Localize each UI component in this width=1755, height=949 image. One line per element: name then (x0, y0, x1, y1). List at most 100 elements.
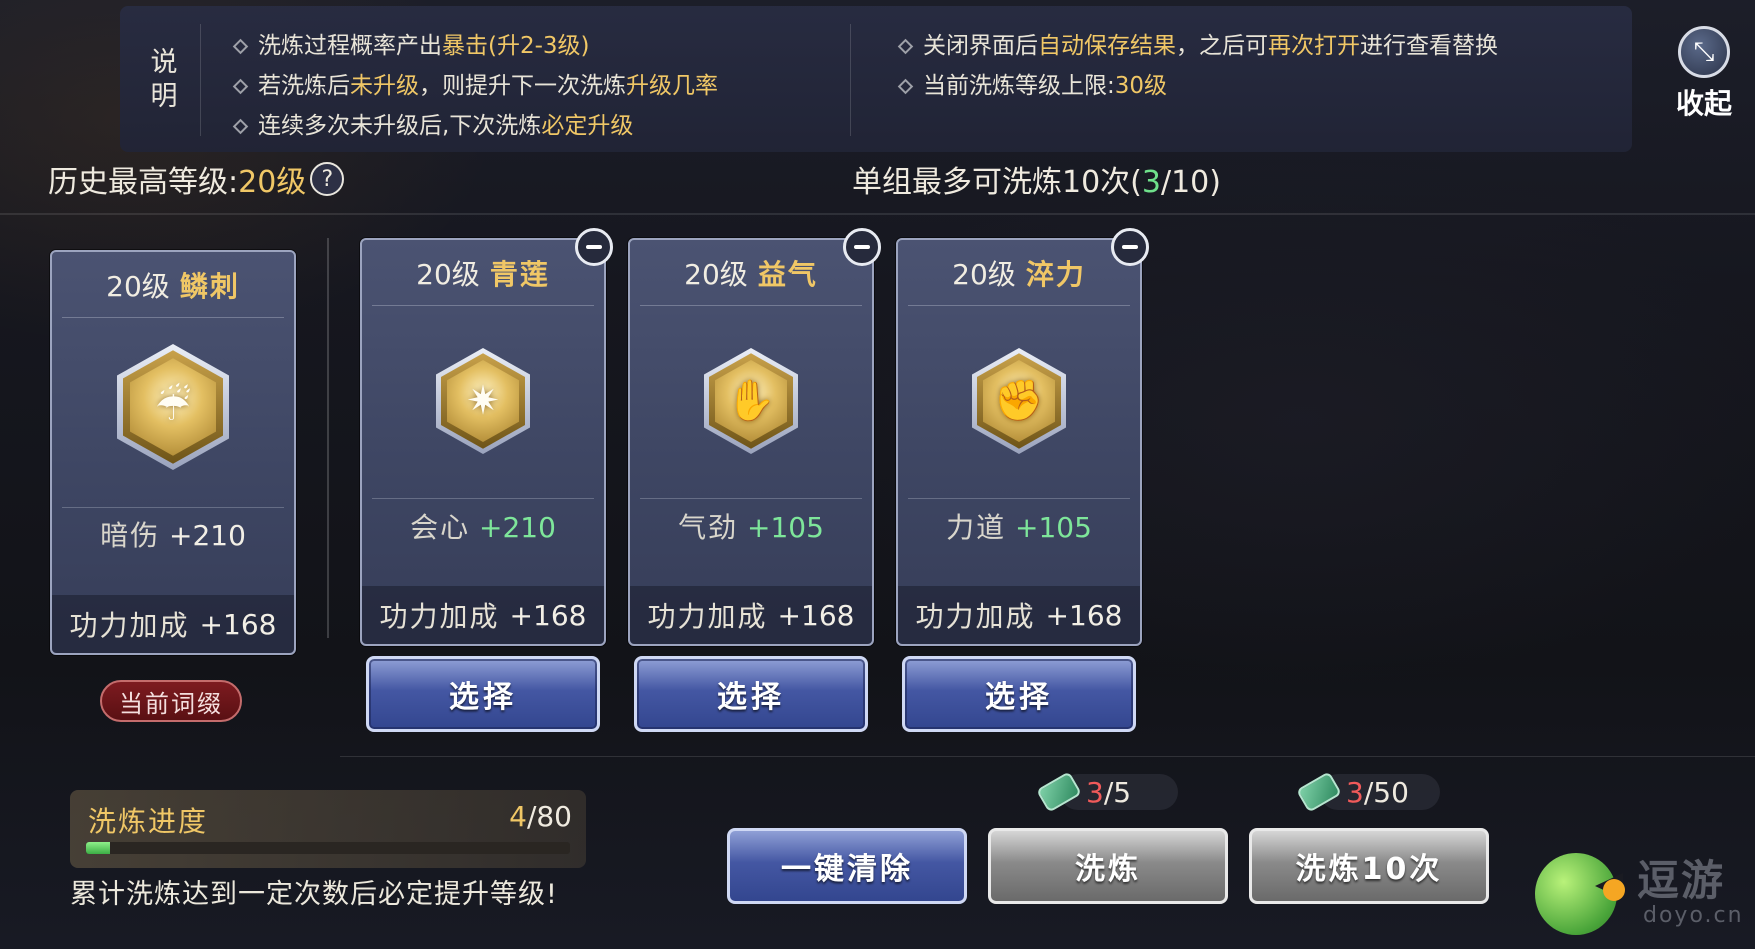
info-text: 当前洗炼等级上限: (923, 73, 1115, 99)
history-value: 20级 (238, 165, 307, 200)
info-text: 关闭界面后 (923, 33, 1038, 59)
progress-current: 4 (509, 800, 527, 833)
card-name: 鳞刺 (179, 269, 240, 303)
card-level: 20级 (106, 269, 170, 303)
info-highlight: 30级 (1114, 73, 1168, 99)
progress-total: /80 (526, 800, 572, 833)
wash-10-button[interactable]: 洗炼10次 (1249, 828, 1489, 904)
info-text: 连续多次未升级后,下次洗炼 (258, 113, 542, 139)
bonus-label: 功力加成 (379, 600, 500, 633)
card-divider (62, 507, 284, 508)
info-panel: 说明 洗炼过程概率产出 暴击(升2-3级) 若洗炼后 未升级 ，则提升下一次洗炼 升级几率… (120, 6, 1632, 152)
fist-icon: ✊ (972, 348, 1066, 454)
jade-token-icon (1036, 771, 1082, 813)
remove-option-1-button[interactable] (575, 228, 613, 266)
doyo-logo: 逗游 doyo.cn (1535, 845, 1745, 940)
info-left-column: 洗炼过程概率产出 暴击(升2-3级) 若洗炼后 未升级 ，则提升下一次洗炼 升级几率连续多… (232, 26, 718, 146)
diamond-bullet-icon (232, 78, 249, 94)
droplets-icon: ☔ (117, 344, 229, 470)
select-option-2-button[interactable]: 选择 (634, 656, 868, 732)
bonus-label: 功力加成 (915, 600, 1036, 633)
select-option-3-button[interactable]: 选择 (902, 656, 1136, 732)
stat-value: +105 (1015, 511, 1092, 544)
minus-icon (1122, 245, 1138, 249)
card-stat: 暗伤 +210 (52, 512, 294, 560)
card-level: 20级 (952, 257, 1016, 291)
game-screen: 说明 洗炼过程概率产出 暴击(升2-3级) 若洗炼后 未升级 ，则提升下一次洗炼 升级几率… (0, 0, 1755, 949)
stat-name: 会心 (410, 511, 471, 544)
diamond-bullet-icon (232, 118, 249, 134)
starburst-icon: ✷ (436, 348, 530, 454)
cost-amount: 3/5 (1086, 776, 1131, 809)
wash-cost: 3/5 (1036, 771, 1131, 813)
info-right-column: 关闭界面后 自动保存结果 ，之后可 再次打开 进行查看替换 当前洗炼等级上限: 30级 (897, 26, 1498, 106)
card-divider (372, 498, 594, 499)
info-text: ，之后可 (1176, 33, 1268, 59)
info-heading: 说明 (150, 47, 178, 112)
info-highlight: 必定升级 (541, 113, 634, 139)
card-name: 青莲 (489, 257, 550, 291)
info-highlight: 再次打开 (1268, 33, 1360, 59)
card-stat: 气劲 +105 (630, 504, 872, 552)
wash-limit: 单组最多可洗炼10次(3/10) (852, 157, 1221, 201)
progress-track (86, 842, 570, 854)
info-highlight: 暴击(升2-3级) (442, 33, 590, 59)
logo-dot (1603, 879, 1625, 901)
cost-have: 3 (1086, 775, 1104, 809)
progress-fill (86, 842, 111, 854)
cost-amount: 3/50 (1346, 776, 1409, 809)
info-line: 洗炼过程概率产出 暴击(升2-3级) (232, 26, 718, 66)
remove-option-2-button[interactable] (843, 228, 881, 266)
info-text: 若洗炼后 (258, 73, 350, 99)
card-name: 淬力 (1025, 257, 1086, 291)
section-divider (327, 238, 329, 638)
card-stat: 力道 +105 (898, 504, 1140, 552)
diamond-bullet-icon (232, 38, 249, 54)
stat-value: +105 (747, 511, 824, 544)
option-card-3: 20级 淬力 ✊ 力道 +105 功力加成 +168 (896, 238, 1142, 646)
remove-option-3-button[interactable] (1111, 228, 1149, 266)
info-line: 关闭界面后 自动保存结果 ，之后可 再次打开 进行查看替换 (897, 26, 1498, 66)
stat-value: +210 (169, 519, 246, 552)
collapse-label: 收起 (1675, 87, 1732, 120)
select-option-1-button[interactable]: 选择 (366, 656, 600, 732)
option-card-1: 20级 青莲 ✷ 会心 +210 功力加成 +168 (360, 238, 606, 646)
limit-current: 3 (1141, 165, 1161, 200)
cost-need: /5 (1103, 775, 1132, 809)
bonus-value: +168 (777, 598, 855, 632)
stat-value: +210 (479, 511, 556, 544)
card-name: 益气 (757, 257, 818, 291)
info-line: 当前洗炼等级上限: 30级 (897, 66, 1498, 106)
collapse-arrows-icon: ⤡ (1678, 26, 1730, 78)
card-header: 20级 淬力 (908, 240, 1130, 306)
wash-progress: 洗炼进度 4/80 (70, 790, 586, 868)
info-highlight: 升级几率 (626, 73, 718, 99)
history-label: 历史最高等级: (48, 165, 239, 200)
stat-name: 暗伤 (100, 519, 161, 552)
collapse-button[interactable]: ⤡ 收起 (1664, 26, 1744, 122)
card-level: 20级 (416, 257, 480, 291)
clear-all-button[interactable]: 一键清除 (727, 828, 967, 904)
option-card-2: 20级 益气 ✋ 气劲 +105 功力加成 +168 (628, 238, 874, 646)
bonus-label: 功力加成 (69, 609, 190, 642)
info-text: ，则提升下一次洗炼 (419, 73, 626, 99)
bonus-label: 功力加成 (647, 600, 768, 633)
logo-title: 逗游 (1637, 856, 1726, 905)
info-line: 若洗炼后 未升级 ，则提升下一次洗炼 升级几率 (232, 66, 718, 106)
progress-hint: 累计洗炼达到一定次数后必定提升等级! (70, 879, 558, 910)
minus-icon (586, 245, 602, 249)
bonus-value: +168 (199, 607, 277, 641)
help-icon[interactable]: ? (310, 162, 345, 196)
wash-button[interactable]: 洗炼 (988, 828, 1228, 904)
card-header: 20级 鳞刺 (62, 252, 284, 318)
info-text: 进行查看替换 (1360, 33, 1498, 59)
card-level: 20级 (684, 257, 748, 291)
history-max-level: 历史最高等级: 20级 ? (48, 157, 345, 201)
info-divider (200, 24, 201, 136)
card-divider (640, 498, 862, 499)
diamond-bullet-icon (897, 38, 914, 54)
bottom-divider (340, 756, 1755, 757)
logo-subtitle: doyo.cn (1643, 903, 1744, 928)
header-divider (0, 213, 1755, 215)
card-bonus: 功力加成 +168 (52, 595, 294, 653)
